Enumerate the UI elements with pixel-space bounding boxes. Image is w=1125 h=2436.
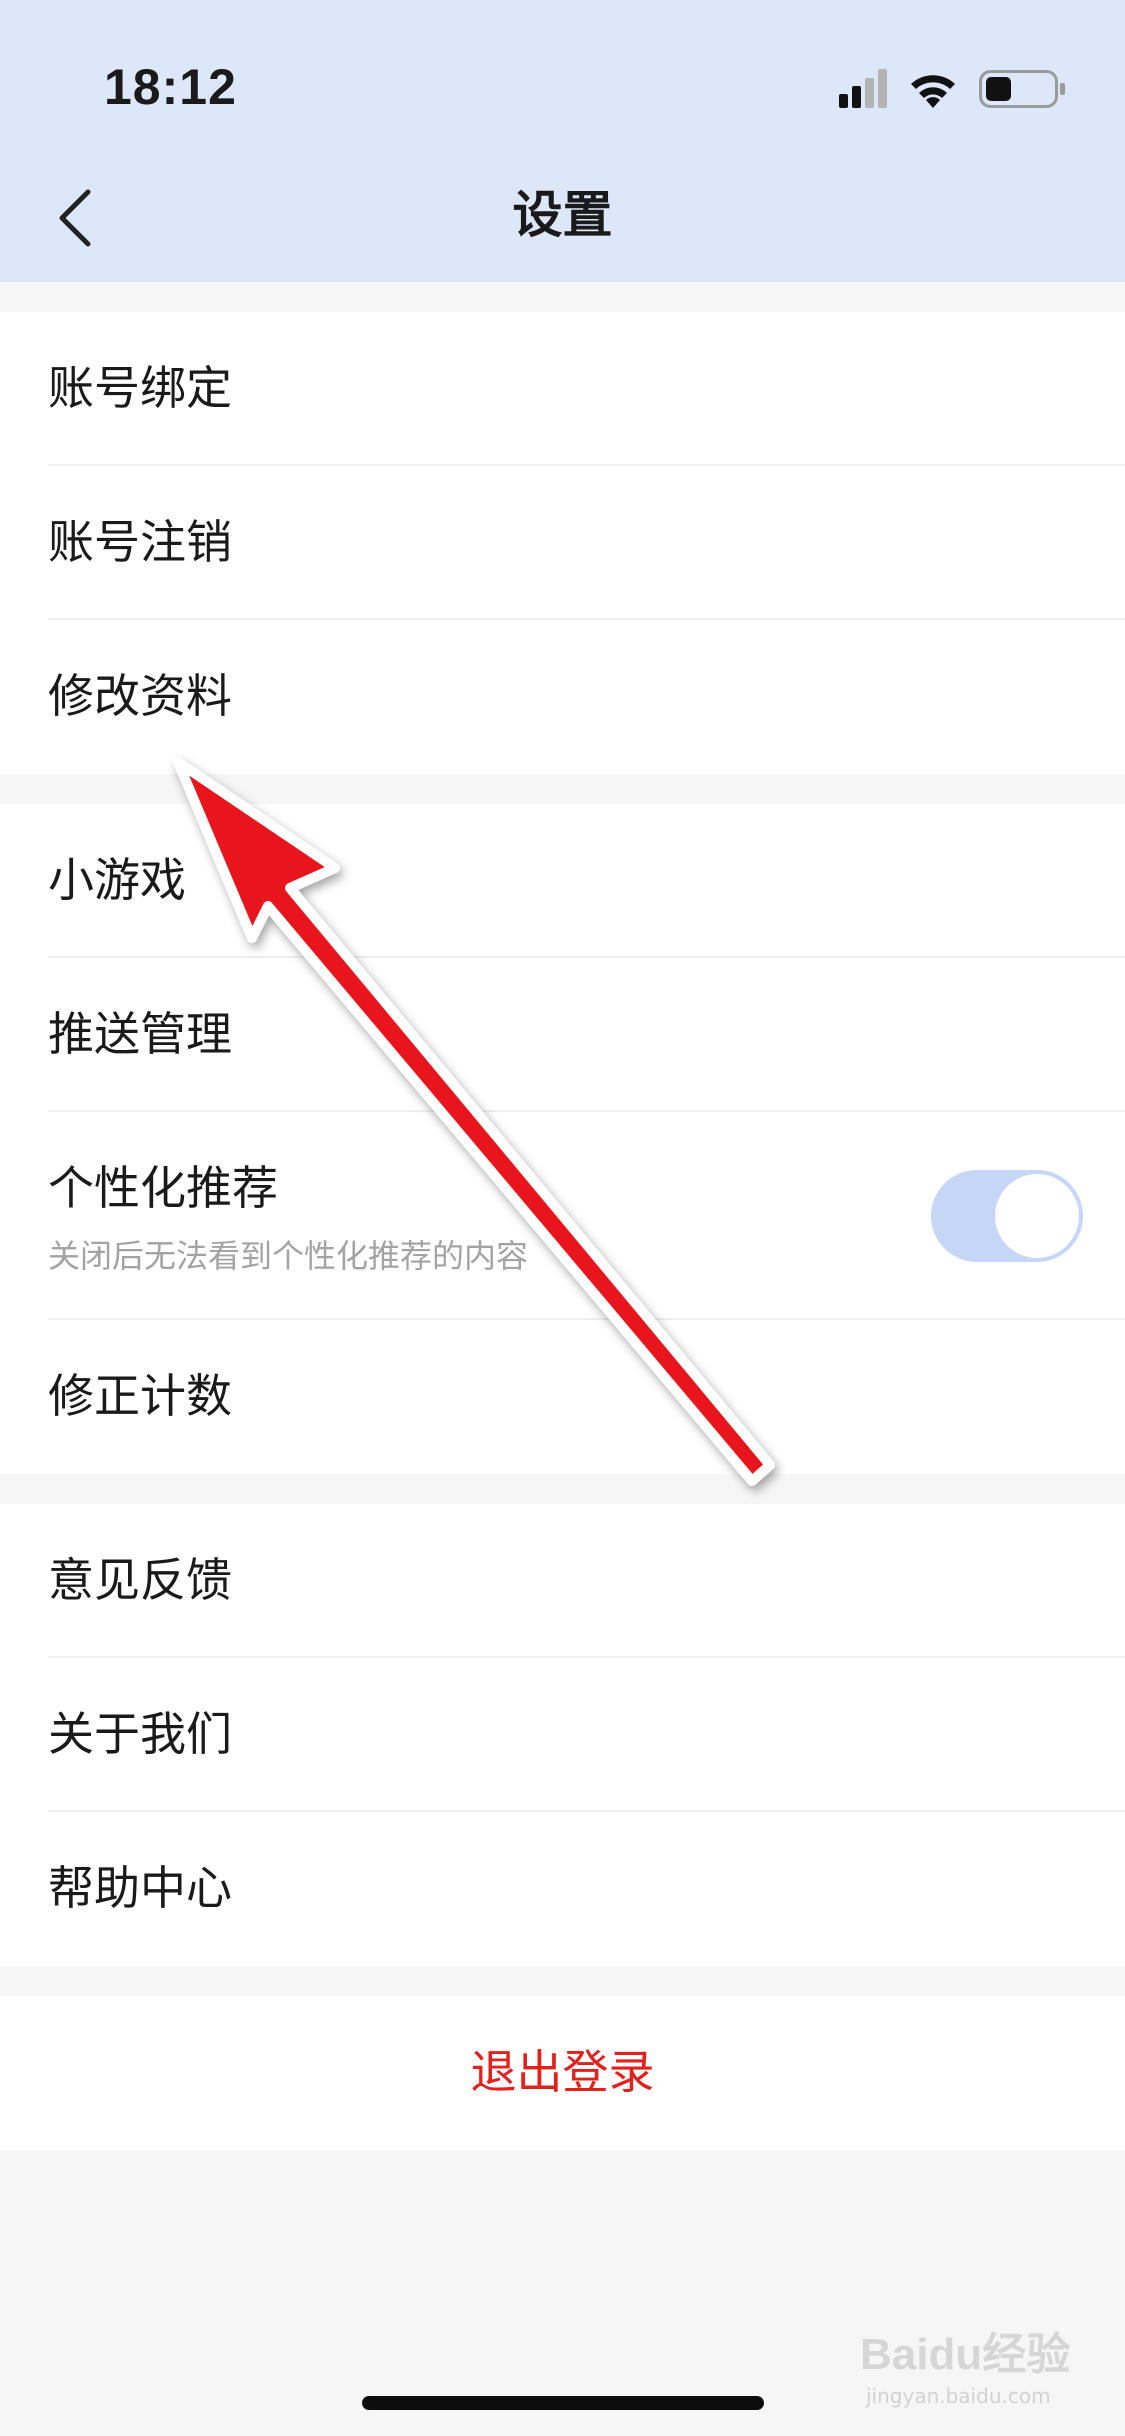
settings-group-support: 意见反馈 关于我们 帮助中心 xyxy=(0,1504,1125,1966)
row-label: 账号绑定 xyxy=(48,361,232,415)
battery-icon xyxy=(979,70,1065,108)
row-help-center[interactable]: 帮助中心 xyxy=(0,1812,1125,1966)
logout-label: 退出登录 xyxy=(470,2045,655,2099)
row-push-management[interactable]: 推送管理 xyxy=(0,958,1125,1112)
settings-group-general: 小游戏 推送管理 个性化推荐 关闭后无法看到个性化推荐的内容 修正计数 xyxy=(0,804,1125,1474)
row-label: 修改资料 xyxy=(48,669,232,723)
status-icons xyxy=(839,69,1065,108)
row-feedback[interactable]: 意见反馈 xyxy=(0,1504,1125,1658)
row-label: 推送管理 xyxy=(48,1007,232,1061)
row-label: 关于我们 xyxy=(48,1707,232,1761)
signal-icon xyxy=(839,69,887,108)
row-edit-profile[interactable]: 修改资料 xyxy=(0,620,1125,774)
row-label: 帮助中心 xyxy=(48,1861,232,1915)
row-label: 意见反馈 xyxy=(48,1553,232,1607)
toggle-knob xyxy=(995,1174,1079,1258)
home-indicator[interactable] xyxy=(362,2396,764,2410)
logout-button[interactable]: 退出登录 xyxy=(0,1996,1125,2150)
baidu-watermark: Baidu经验 xyxy=(860,2330,1071,2379)
wifi-icon xyxy=(911,75,955,108)
row-personalized-recommendation: 个性化推荐 关闭后无法看到个性化推荐的内容 xyxy=(0,1112,1125,1320)
status-time: 18:12 xyxy=(104,59,237,115)
row-about-us[interactable]: 关于我们 xyxy=(0,1658,1125,1812)
row-label: 账号注销 xyxy=(48,515,232,569)
row-label: 个性化推荐 xyxy=(48,1161,278,1215)
row-label: 小游戏 xyxy=(48,853,186,907)
personalized-recommendation-toggle[interactable] xyxy=(931,1170,1083,1262)
row-label: 修正计数 xyxy=(48,1369,232,1423)
row-mini-games[interactable]: 小游戏 xyxy=(0,804,1125,958)
page-title: 设置 xyxy=(512,186,613,244)
settings-group-account: 账号绑定 账号注销 修改资料 xyxy=(0,312,1125,774)
navigation-header: 18:12 设置 xyxy=(0,0,1125,282)
row-account-cancel[interactable]: 账号注销 xyxy=(0,466,1125,620)
baidu-watermark-url: jingyan.baidu.com xyxy=(866,2384,1051,2408)
row-correct-count[interactable]: 修正计数 xyxy=(0,1320,1125,1474)
row-subtitle: 关闭后无法看到个性化推荐的内容 xyxy=(48,1237,529,1275)
row-account-binding[interactable]: 账号绑定 xyxy=(0,312,1125,466)
